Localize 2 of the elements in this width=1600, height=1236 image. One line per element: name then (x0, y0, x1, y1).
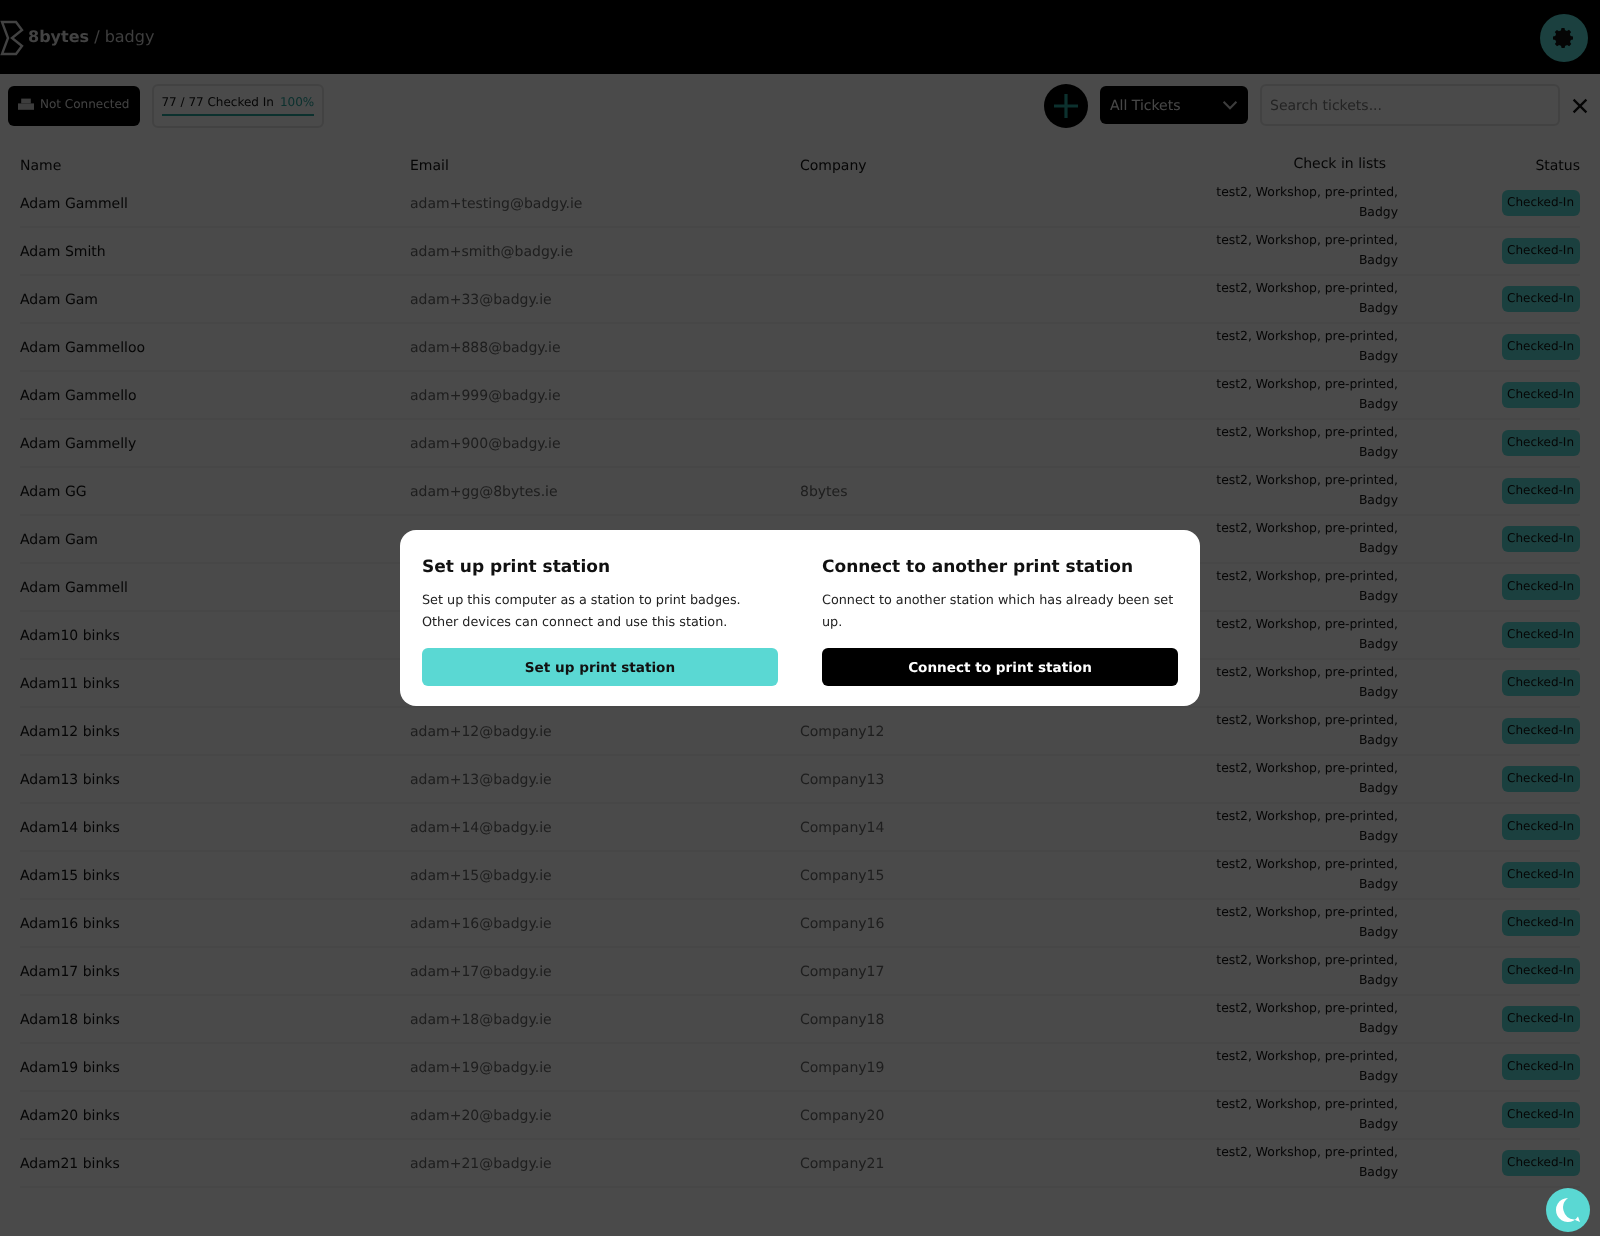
option-title: Set up print station (422, 558, 612, 578)
option-title: Connect to another print station (822, 558, 1136, 578)
